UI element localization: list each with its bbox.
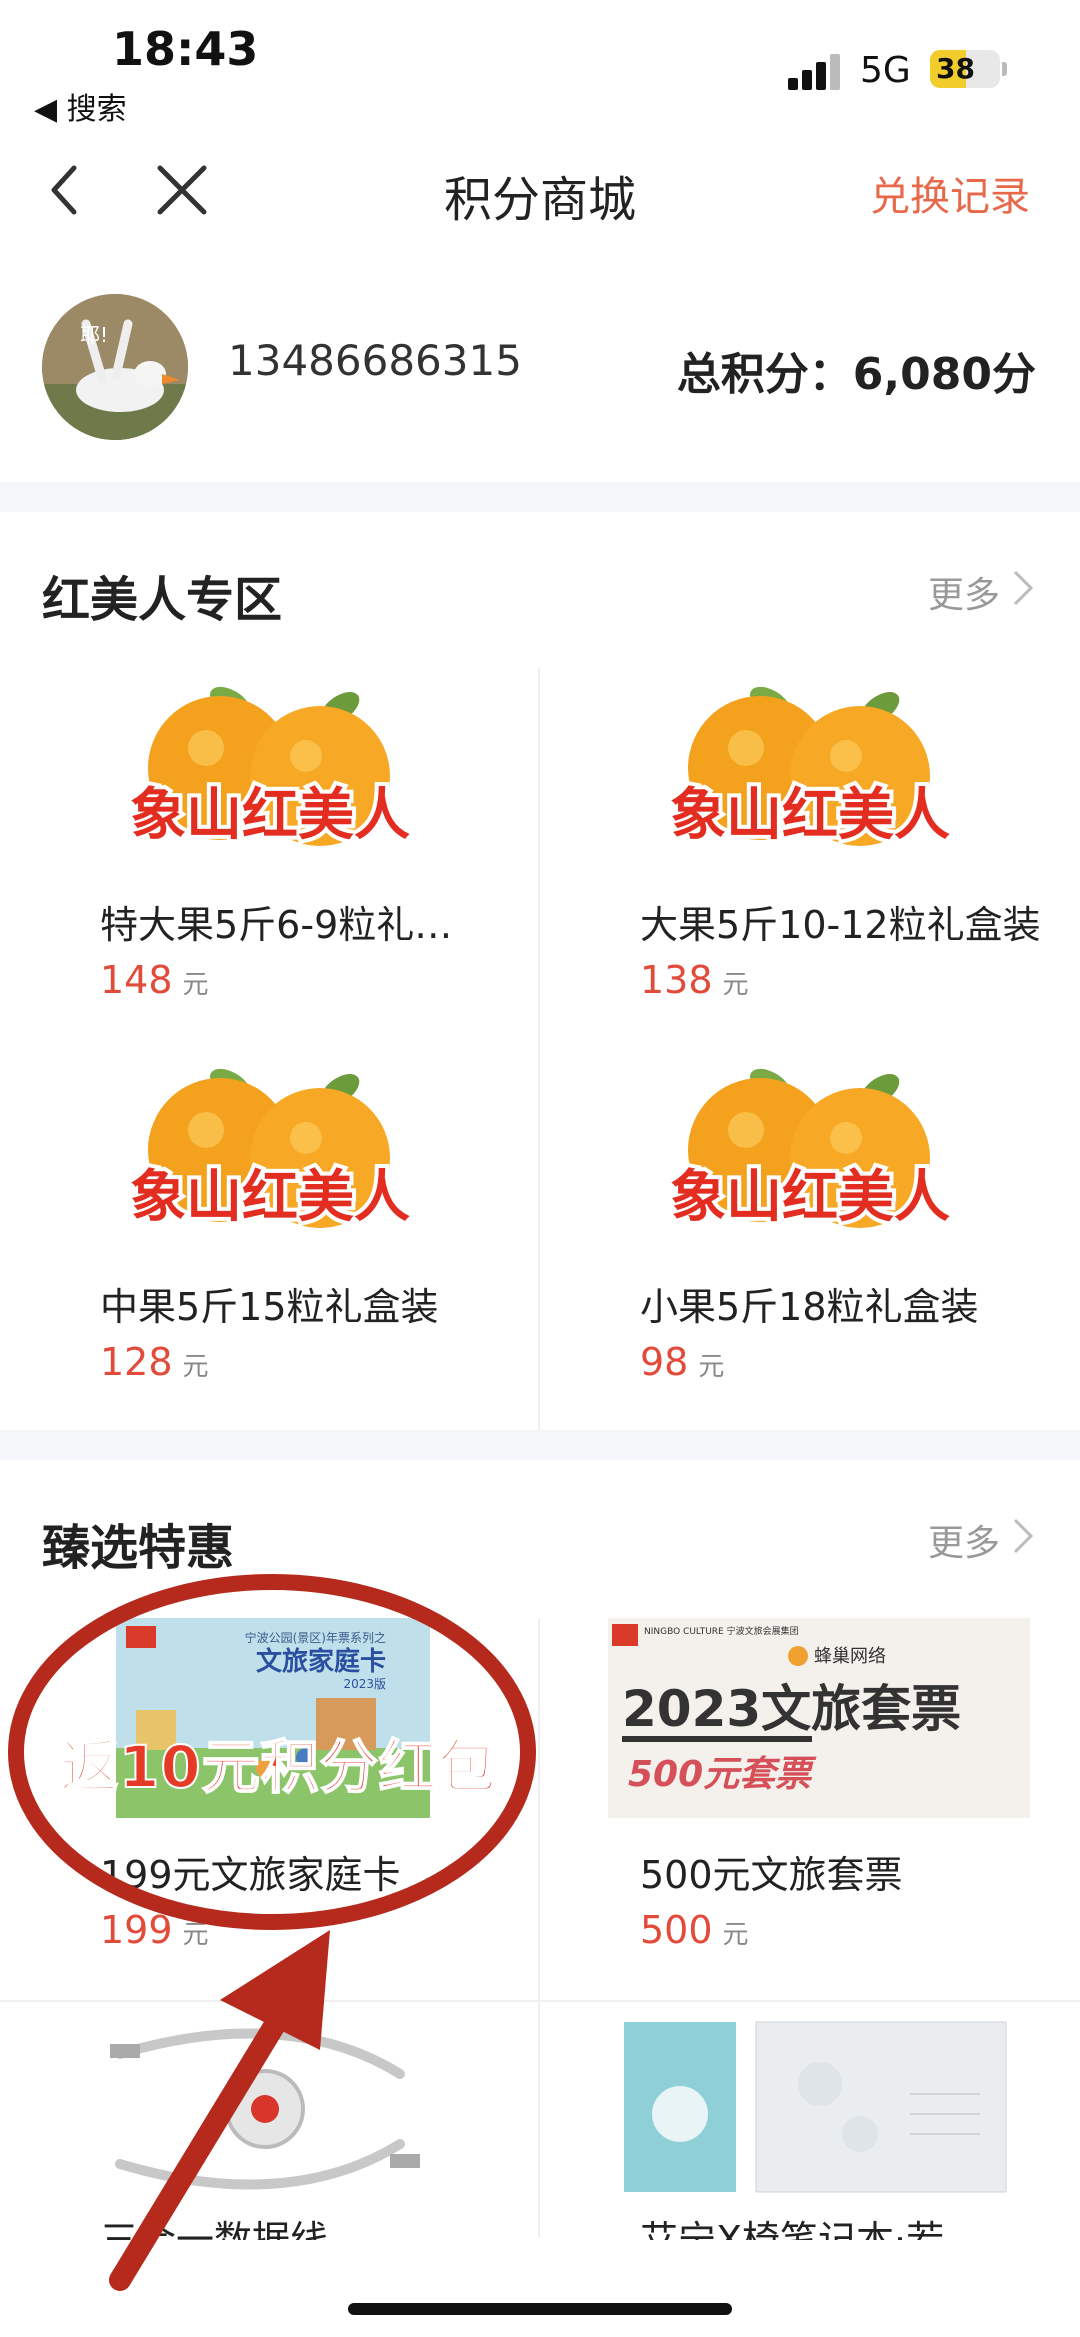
card-org-text: NINGBO CULTURE 宁波文旅会展集团 (644, 1625, 799, 1637)
product-name: 小果5斤18粒礼盒装 (640, 1285, 979, 1329)
home-indicator[interactable] (348, 2303, 732, 2315)
product-name: 中果5斤15粒礼盒装 (100, 1285, 439, 1329)
more-label: 更多 (927, 575, 1000, 616)
product-price: 500 元 (640, 1908, 749, 1952)
chevron-right-icon (1012, 569, 1034, 616)
avatar[interactable]: 耶! (42, 294, 188, 440)
section-divider (0, 482, 1080, 512)
orange-product-image: 象山红美人 (666, 686, 954, 852)
card-brand-text: 蜂巢网络 (814, 1646, 886, 1667)
product-card-2[interactable]: 象山红美人 大果5斤10-12粒礼盒装 138 元 (540, 660, 1080, 1040)
more-link-featured[interactable]: 更多 (928, 1514, 1034, 1566)
section-title-hongmeiren: 红美人专区 (42, 572, 283, 628)
banner-text: 象山红美人 (130, 783, 410, 848)
travel-ticket-image: NINGBO CULTURE 宁波文旅会展集团 蜂巢网络 2023文旅套票 50… (608, 1618, 1030, 1818)
orange-product-image: 象山红美人 (126, 686, 414, 852)
banner-text: 象山红美人 (130, 1165, 410, 1230)
product-price: 148 元 (100, 958, 209, 1002)
product-name: 大果5斤10-12粒礼盒装 (640, 903, 1041, 947)
product-card-travel-ticket[interactable]: NINGBO CULTURE 宁波文旅会展集团 蜂巢网络 2023文旅套票 50… (540, 1610, 1080, 1998)
banner-text: 象山红美人 (670, 783, 950, 848)
product-card-notebook[interactable]: 艾宁X椅笔记本·若 (540, 2004, 1080, 2240)
product-price: 138 元 (640, 958, 749, 1002)
status-time: 18:43 (112, 22, 259, 76)
card-sub-text: 500元套票 (628, 1754, 817, 1795)
annotation-overlay (8, 1574, 536, 2291)
user-phone: 13486686315 (228, 336, 522, 385)
back-to-app-link[interactable]: ◀ 搜索 (34, 84, 127, 128)
more-label: 更多 (927, 1523, 1000, 1564)
card-title-text: 2023文旅套票 (622, 1680, 961, 1738)
battery-tip (1002, 62, 1007, 76)
network-type: 5G (860, 50, 911, 91)
product-price: 98 元 (640, 1340, 725, 1384)
product-name: 艾宁X椅笔记本·若 (640, 2218, 945, 2240)
product-card-1[interactable]: 象山红美人 特大果5斤6-9粒礼… 148 元 (0, 660, 538, 1040)
avatar-caption: 耶! (80, 323, 108, 347)
orange-product-image: 象山红美人 (666, 1068, 954, 1234)
exchange-record-link[interactable]: 兑换记录 (870, 164, 1030, 222)
signal-icon (788, 54, 846, 90)
chevron-right-icon (1012, 1517, 1034, 1564)
more-link-hongmeiren[interactable]: 更多 (928, 566, 1034, 618)
promo-overlay-text: 返10元积分红包 (59, 1732, 497, 1802)
product-card-3[interactable]: 象山红美人 中果5斤15粒礼盒装 128 元 (0, 1042, 538, 1422)
product-name: 特大果5斤6-9粒礼… (100, 903, 453, 947)
notebook-product-image (624, 2021, 1007, 2193)
product-name: 500元文旅套票 (640, 1853, 903, 1897)
battery-level: 38 (936, 52, 975, 85)
section-divider (0, 1430, 1080, 1460)
orange-product-image: 象山红美人 (126, 1068, 414, 1234)
banner-text: 象山红美人 (670, 1165, 950, 1230)
product-card-4[interactable]: 象山红美人 小果5斤18粒礼盒装 98 元 (540, 1042, 1080, 1422)
total-points: 总积分：6,080分 (676, 349, 1036, 400)
battery-icon: 38 (930, 50, 1000, 88)
product-price: 128 元 (100, 1340, 209, 1384)
